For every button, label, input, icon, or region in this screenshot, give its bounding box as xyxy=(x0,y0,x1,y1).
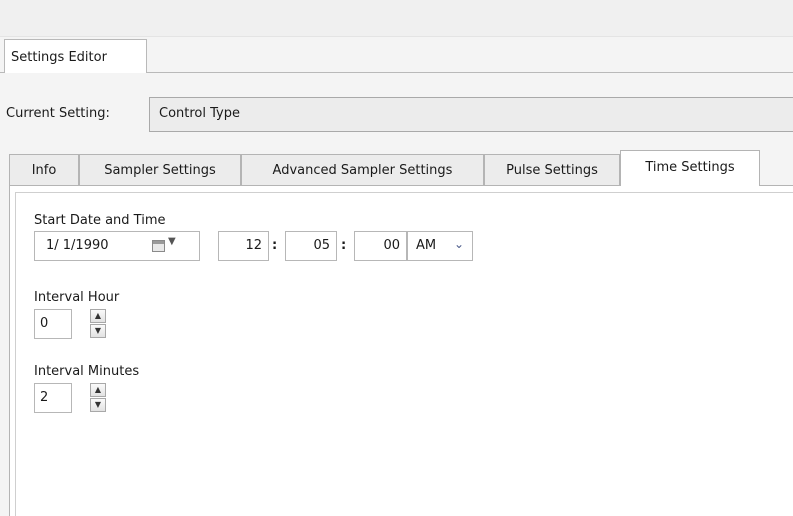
current-setting-field: Control Type xyxy=(149,97,793,132)
spin-up-icon[interactable]: ▲ xyxy=(90,309,106,323)
tab-info-label: Info xyxy=(31,163,57,178)
interval-hour-stepper[interactable]: ▲ ▼ xyxy=(90,309,106,339)
time-separator: : xyxy=(341,238,347,253)
date-value: 1/ 1/1990 xyxy=(46,238,109,253)
tab-pulse-settings-label: Pulse Settings xyxy=(506,163,598,178)
second-value: 00 xyxy=(383,238,400,253)
tab-time-settings-label: Time Settings xyxy=(645,160,735,175)
spin-up-icon[interactable]: ▲ xyxy=(90,383,106,397)
interval-minutes-stepper[interactable]: ▲ ▼ xyxy=(90,383,106,413)
time-separator: : xyxy=(272,238,278,253)
tab-advanced-sampler-settings[interactable]: Advanced Sampler Settings xyxy=(241,154,484,185)
spin-down-icon[interactable]: ▼ xyxy=(90,398,106,412)
date-picker[interactable]: 1/ 1/1990 ▼ xyxy=(34,231,200,261)
tab-settings-editor-label: Settings Editor xyxy=(11,50,107,65)
tab-sampler-settings-label: Sampler Settings xyxy=(104,163,216,178)
minute-value: 05 xyxy=(313,238,330,253)
tab-sampler-settings[interactable]: Sampler Settings xyxy=(79,154,241,185)
second-field[interactable]: 00 xyxy=(354,231,407,261)
ampm-value: AM xyxy=(416,238,437,253)
interval-minutes-label: Interval Minutes xyxy=(34,364,140,379)
tab-info[interactable]: Info xyxy=(9,154,79,185)
tab-settings-editor[interactable]: Settings Editor xyxy=(4,39,147,73)
ampm-select[interactable]: AM ⌄ xyxy=(407,231,473,261)
chevron-down-icon[interactable]: ⌄ xyxy=(454,237,464,251)
interval-minutes-value: 2 xyxy=(40,390,49,405)
tab-strip-line xyxy=(147,72,793,73)
hour-field[interactable]: 12 xyxy=(218,231,269,261)
calendar-icon[interactable] xyxy=(152,240,165,252)
tab-pulse-settings[interactable]: Pulse Settings xyxy=(484,154,620,185)
current-setting-label: Current Setting: xyxy=(6,106,110,121)
interval-hour-label: Interval Hour xyxy=(34,290,120,305)
start-date-time-label: Start Date and Time xyxy=(34,213,166,228)
interval-hour-value: 0 xyxy=(40,316,49,331)
interval-minutes-input[interactable]: 2 xyxy=(34,383,72,413)
minute-field[interactable]: 05 xyxy=(285,231,337,261)
interval-hour-input[interactable]: 0 xyxy=(34,309,72,339)
current-setting-value: Control Type xyxy=(159,106,240,121)
spin-down-icon[interactable]: ▼ xyxy=(90,324,106,338)
title-bar-area xyxy=(0,0,793,37)
chevron-down-icon[interactable]: ▼ xyxy=(168,236,176,247)
tab-advanced-sampler-settings-label: Advanced Sampler Settings xyxy=(272,163,453,178)
tab-time-settings[interactable]: Time Settings xyxy=(620,150,760,186)
hour-value: 12 xyxy=(245,238,262,253)
